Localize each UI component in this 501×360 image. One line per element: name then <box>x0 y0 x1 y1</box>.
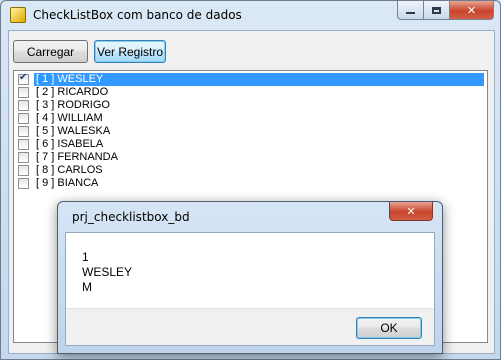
item-label: [ 9 ] BIANCA <box>36 177 99 189</box>
item-checkbox[interactable] <box>18 113 29 124</box>
item-label: [ 5 ] WALESKA <box>36 125 111 137</box>
item-label: [ 8 ] CARLOS <box>36 164 103 176</box>
app-icon <box>10 7 26 23</box>
item-checkbox[interactable] <box>18 87 29 98</box>
item-checkbox[interactable] <box>18 100 29 111</box>
close-icon: ✕ <box>406 204 416 218</box>
load-button[interactable]: Carregar <box>13 40 88 63</box>
item-checkbox[interactable] <box>18 178 29 189</box>
caption-buttons: ✕ <box>397 1 494 20</box>
maximize-icon <box>432 6 441 14</box>
list-item[interactable]: [ 1 ] WESLEY <box>16 72 484 86</box>
list-item[interactable]: [ 8 ] CARLOS <box>16 164 484 177</box>
ok-button[interactable]: OK <box>356 317 422 339</box>
dialog-body: 1 WESLEY M OK <box>65 232 435 346</box>
item-checkbox[interactable] <box>18 139 29 150</box>
dialog-footer: OK <box>66 308 434 345</box>
list-item[interactable]: [ 4 ] WILLIAM <box>16 112 484 125</box>
maximize-button[interactable] <box>424 1 450 20</box>
item-checkbox[interactable] <box>18 152 29 163</box>
item-label: [ 6 ] ISABELA <box>36 138 104 150</box>
message-line-id: 1 <box>82 250 89 264</box>
title-bar[interactable]: CheckListBox com banco de dados ✕ <box>1 1 500 29</box>
message-dialog: prj_checklistbox_bd ✕ 1 WESLEY M OK <box>57 201 443 354</box>
message-line-sex: M <box>82 280 92 294</box>
window-title: CheckListBox com banco de dados <box>33 8 242 22</box>
view-record-button[interactable]: Ver Registro <box>94 40 166 63</box>
item-label: [ 2 ] RICARDO <box>36 86 109 98</box>
minimize-button[interactable] <box>397 1 424 20</box>
list-item[interactable]: [ 2 ] RICARDO <box>16 86 484 99</box>
list-item[interactable]: [ 3 ] RODRIGO <box>16 99 484 112</box>
dialog-title: prj_checklistbox_bd <box>72 210 190 224</box>
list-item[interactable]: [ 6 ] ISABELA <box>16 138 484 151</box>
item-label: [ 3 ] RODRIGO <box>36 99 110 111</box>
list-item[interactable]: [ 9 ] BIANCA <box>16 177 484 190</box>
item-checkbox[interactable] <box>18 126 29 137</box>
list-item[interactable]: [ 7 ] FERNANDA <box>16 151 484 164</box>
close-icon: ✕ <box>466 3 477 17</box>
item-label: [ 7 ] FERNANDA <box>36 151 118 163</box>
item-label: [ 4 ] WILLIAM <box>36 112 103 124</box>
list-item[interactable]: [ 5 ] WALESKA <box>16 125 484 138</box>
item-label: [ 1 ] WESLEY <box>34 73 484 86</box>
message-line-name: WESLEY <box>82 265 133 279</box>
close-button[interactable]: ✕ <box>450 1 494 20</box>
minimize-icon <box>406 12 415 14</box>
item-checkbox[interactable] <box>18 165 29 176</box>
dialog-message: 1 WESLEY M <box>82 250 132 295</box>
dialog-close-button[interactable]: ✕ <box>389 202 433 221</box>
item-checkbox[interactable] <box>18 72 29 85</box>
